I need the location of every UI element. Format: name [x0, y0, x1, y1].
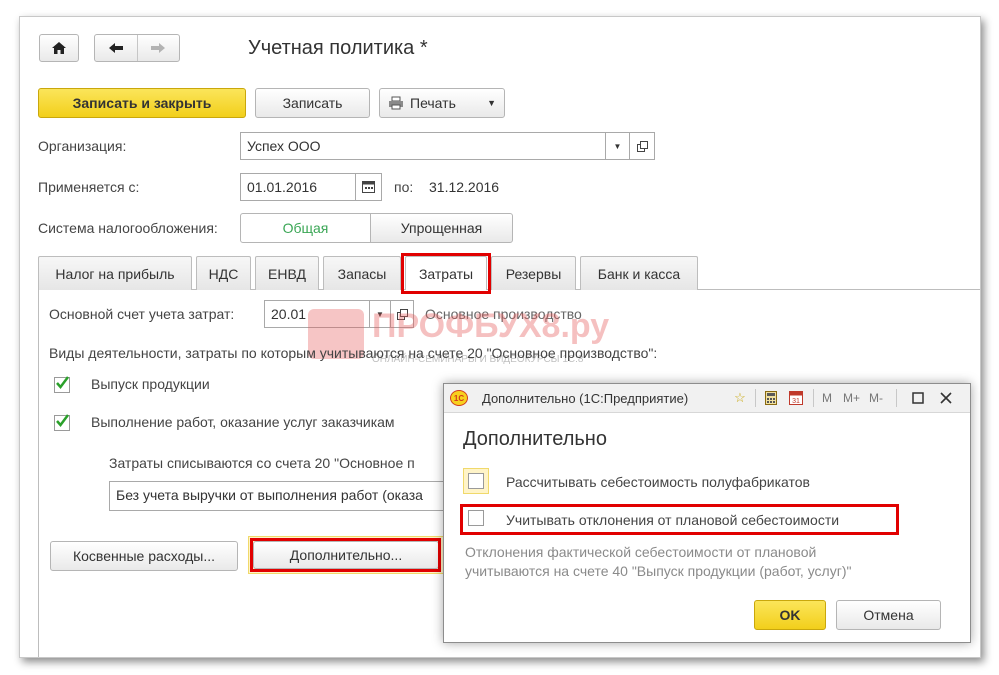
- memory-m-button[interactable]: M: [822, 391, 832, 405]
- tax-label: Система налогообложения:: [38, 220, 218, 236]
- org-field[interactable]: Успех ООО: [240, 132, 606, 160]
- dialog-hint-line-1: Отклонения фактической себестоимости от …: [465, 544, 817, 560]
- option-1-checkbox[interactable]: [468, 473, 484, 489]
- print-label: Печать: [410, 95, 456, 111]
- to-label: по:: [394, 179, 414, 195]
- account-label: Основной счет учета затрат:: [49, 306, 235, 322]
- dialog-title: Дополнительно (1С:Предприятие): [482, 391, 689, 406]
- home-icon: [52, 42, 66, 54]
- tab-bank-cash[interactable]: Банк и касса: [580, 256, 698, 290]
- tab-reserves[interactable]: Резервы: [491, 256, 576, 290]
- activities-label: Виды деятельности, затраты по которым уч…: [49, 345, 658, 361]
- watermark-brand: ПРОФБУХ8.ру: [372, 307, 610, 345]
- arrow-left-icon: [108, 43, 123, 53]
- writeoff-label: Затраты списываются со счета 20 "Основно…: [109, 455, 415, 471]
- ok-button[interactable]: OK: [754, 600, 826, 630]
- arrow-right-icon: [151, 43, 166, 53]
- dialog-hint-line-2: учитываются на счете 40 "Выпуск продукци…: [465, 563, 852, 579]
- close-icon[interactable]: [938, 390, 954, 406]
- tab-stocks[interactable]: Запасы: [323, 256, 401, 290]
- dialog-titlebar: 1С Дополнительно (1С:Предприятие) ☆ 31 M…: [444, 384, 970, 413]
- svg-text:31: 31: [792, 398, 800, 405]
- tab-vat[interactable]: НДС: [196, 256, 251, 290]
- applies-label: Применяется с:: [38, 179, 140, 195]
- activity-2-checkbox[interactable]: [54, 414, 70, 431]
- memory-minus-button[interactable]: M-: [869, 391, 883, 405]
- save-button[interactable]: Записать: [255, 88, 370, 118]
- back-button[interactable]: [95, 35, 138, 61]
- title-divider: [755, 389, 756, 407]
- tax-option-general[interactable]: Общая: [240, 213, 371, 243]
- page-title: Учетная политика *: [248, 37, 428, 59]
- save-and-close-button[interactable]: Записать и закрыть: [38, 88, 246, 118]
- checkmark-icon: [56, 414, 69, 427]
- calendar-button[interactable]: [355, 173, 382, 201]
- highlight-additional-button: [250, 538, 441, 572]
- title-divider: [896, 389, 897, 407]
- maximize-icon[interactable]: [910, 390, 926, 406]
- highlight-tab-costs: [401, 253, 491, 294]
- cancel-button[interactable]: Отмена: [836, 600, 941, 630]
- chevron-down-icon: ▼: [613, 141, 622, 151]
- forward-button[interactable]: [138, 35, 180, 61]
- calculator-icon[interactable]: [763, 390, 779, 406]
- applies-date-field[interactable]: 01.01.2016: [240, 173, 356, 201]
- memory-plus-button[interactable]: M+: [843, 391, 860, 405]
- activity-1-label: Выпуск продукции: [91, 376, 210, 392]
- checkmark-icon: [56, 376, 69, 389]
- highlight-option-2: [460, 504, 899, 535]
- title-divider: [813, 389, 814, 407]
- activity-2-label: Выполнение работ, оказание услуг заказчи…: [91, 414, 395, 430]
- calendar-icon[interactable]: 31: [788, 390, 804, 406]
- indirect-costs-button[interactable]: Косвенные расходы...: [50, 541, 238, 571]
- app-logo-icon: 1С: [450, 390, 468, 406]
- writeoff-field[interactable]: Без учета выручки от выполнения работ (о…: [109, 481, 449, 511]
- home-button[interactable]: [39, 34, 79, 62]
- print-button[interactable]: Печать ▼: [379, 88, 505, 118]
- star-icon[interactable]: ☆: [732, 390, 748, 406]
- option-1-label: Рассчитывать себестоимость полуфабрикато…: [506, 474, 810, 490]
- to-date-value: 31.12.2016: [429, 179, 500, 195]
- open-icon: [636, 140, 648, 152]
- chevron-down-icon: ▼: [487, 98, 496, 108]
- tab-profit-tax[interactable]: Налог на прибыль: [38, 256, 192, 290]
- tax-option-simplified[interactable]: Упрощенная: [370, 213, 513, 243]
- main-window: Учетная политика * Записать и закрыть За…: [19, 16, 981, 658]
- activity-1-checkbox[interactable]: [54, 376, 70, 393]
- additional-dialog: 1С Дополнительно (1С:Предприятие) ☆ 31 M…: [443, 383, 971, 643]
- org-label: Организация:: [38, 138, 127, 154]
- printer-icon: [389, 96, 403, 110]
- tab-envd[interactable]: ЕНВД: [255, 256, 319, 290]
- nav-buttons: [94, 34, 180, 62]
- org-open-button[interactable]: [629, 132, 655, 160]
- dialog-heading: Дополнительно: [463, 428, 607, 450]
- calendar-icon: [362, 181, 375, 193]
- tab-content-border: [38, 290, 39, 657]
- org-dropdown-button[interactable]: ▼: [605, 132, 630, 160]
